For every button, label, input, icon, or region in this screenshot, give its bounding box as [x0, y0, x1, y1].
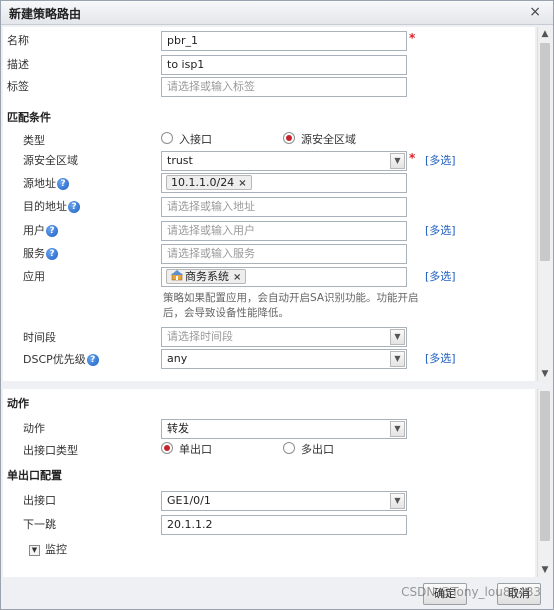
src-addr-label: 源地址?	[23, 175, 69, 191]
desc-field[interactable]: to isp1	[161, 55, 407, 75]
src-zone-label: 源安全区域	[23, 154, 78, 167]
type-radio-interface[interactable]	[161, 132, 173, 144]
out-type-radio-single[interactable]	[161, 442, 173, 454]
src-zone-multi-select-link[interactable]: [多选]	[425, 152, 456, 168]
action-section-title: 动作	[7, 397, 29, 410]
cancel-button[interactable]: 取消	[497, 583, 541, 605]
dst-addr-input[interactable]: 请选择或输入地址	[161, 197, 407, 217]
chevron-down-icon[interactable]: ▼	[390, 421, 405, 437]
chevron-down-icon[interactable]: ▼	[390, 351, 405, 367]
type-radio-zone[interactable]	[283, 132, 295, 144]
user-label: 用户?	[23, 222, 58, 238]
time-select[interactable]: 请选择时间段 ▼	[161, 327, 407, 347]
dialog-title: 新建策略路由	[9, 7, 82, 21]
remove-icon[interactable]: ×	[233, 272, 241, 283]
app-tag-text: 商务系统	[185, 270, 229, 283]
src-zone-select[interactable]: trust ▼	[161, 151, 407, 171]
required-marker: *	[409, 31, 416, 45]
bottom-scrollbar[interactable]: ▼	[537, 389, 551, 577]
src-addr-tag: 10.1.1.0/24 ×	[166, 175, 252, 190]
next-hop-field[interactable]: 20.1.1.2	[161, 515, 407, 535]
required-marker: *	[409, 151, 416, 165]
dst-addr-label-text: 目的地址	[23, 200, 67, 213]
time-label: 时间段	[23, 331, 56, 344]
scrollbar-thumb[interactable]	[540, 391, 550, 541]
time-placeholder: 请选择时间段	[167, 330, 233, 343]
dscp-label: DSCP优先级?	[23, 351, 99, 367]
app-tag: 商务系统 ×	[166, 269, 247, 284]
service-input[interactable]: 请选择或输入服务	[161, 244, 407, 264]
out-if-select[interactable]: GE1/0/1 ▼	[161, 491, 407, 511]
scrollbar-thumb[interactable]	[540, 43, 550, 261]
name-label: 名称	[7, 34, 29, 47]
name-field[interactable]: pbr_1	[161, 31, 407, 51]
monitor-toggle[interactable]: ▼ 监控	[29, 541, 67, 557]
app-icon	[171, 270, 183, 281]
chevron-down-icon[interactable]: ▼	[390, 329, 405, 345]
action-label: 动作	[23, 422, 45, 435]
out-type-option-single: 单出口	[179, 443, 212, 456]
action-pane: 动作 动作 转发 ▼ 出接口类型 单出口 多出口 单出口配置 出接口 GE1/0…	[3, 389, 535, 577]
out-if-value: GE1/0/1	[167, 494, 211, 507]
dscp-select[interactable]: any ▼	[161, 349, 407, 369]
app-input[interactable]: 商务系统 ×	[161, 267, 407, 287]
src-zone-value: trust	[167, 154, 193, 167]
chevron-down-icon[interactable]: ▼	[390, 153, 405, 169]
out-type-radio-multi[interactable]	[283, 442, 295, 454]
action-value: 转发	[167, 422, 189, 435]
chevron-down-icon[interactable]: ▼	[390, 493, 405, 509]
out-type-option-multi: 多出口	[301, 443, 334, 456]
top-scrollbar[interactable]: ▲ ▼	[537, 27, 551, 381]
close-icon[interactable]: ×	[529, 4, 541, 20]
src-addr-input[interactable]: 10.1.1.0/24 ×	[161, 173, 407, 193]
app-multi-select-link[interactable]: [多选]	[425, 268, 456, 284]
help-icon[interactable]: ?	[57, 178, 69, 190]
type-option-zone: 源安全区域	[301, 133, 356, 146]
single-out-section-title: 单出口配置	[7, 469, 62, 482]
service-label: 服务?	[23, 245, 58, 261]
scroll-down-icon[interactable]: ▼	[538, 367, 552, 381]
user-label-text: 用户	[23, 224, 45, 237]
src-addr-tag-text: 10.1.1.0/24	[171, 176, 235, 189]
monitor-label: 监控	[45, 543, 67, 556]
tag-input[interactable]: 请选择或输入标签	[161, 77, 407, 97]
action-select[interactable]: 转发 ▼	[161, 419, 407, 439]
remove-icon[interactable]: ×	[238, 178, 246, 189]
help-icon[interactable]: ?	[86, 354, 99, 366]
dscp-label-text: DSCP优先级	[23, 353, 86, 366]
app-label: 应用	[23, 270, 45, 283]
desc-label: 描述	[7, 58, 29, 71]
service-label-text: 服务	[23, 247, 45, 260]
type-option-interface: 入接口	[179, 133, 212, 146]
type-label: 类型	[23, 134, 45, 147]
src-addr-label-text: 源地址	[23, 177, 56, 190]
ok-button[interactable]: 确定	[423, 583, 467, 605]
scroll-down-icon[interactable]: ▼	[538, 563, 552, 577]
dscp-multi-select-link[interactable]: [多选]	[425, 350, 456, 366]
help-icon[interactable]: ?	[46, 248, 58, 260]
help-icon[interactable]: ?	[68, 201, 80, 213]
basic-and-match-pane: 名称 pbr_1 * 描述 to isp1 标签 请选择或输入标签 匹配条件 类…	[3, 27, 535, 381]
match-section-title: 匹配条件	[7, 111, 51, 124]
collapse-toggle-icon[interactable]: ▼	[29, 544, 40, 556]
dscp-value: any	[167, 352, 188, 365]
user-input[interactable]: 请选择或输入用户	[161, 221, 407, 241]
app-note: 策略如果配置应用，会自动开启SA识别功能。功能开启后，会导致设备性能降低。	[163, 292, 419, 319]
next-hop-label: 下一跳	[23, 518, 56, 531]
user-multi-select-link[interactable]: [多选]	[425, 222, 456, 238]
new-policy-route-dialog: 新建策略路由 × 名称 pbr_1 * 描述 to isp1 标签 请选择或输入…	[0, 0, 554, 610]
out-if-label: 出接口	[23, 494, 56, 507]
help-icon[interactable]: ?	[46, 225, 58, 237]
dst-addr-label: 目的地址?	[23, 198, 80, 214]
out-type-label: 出接口类型	[23, 444, 78, 457]
scroll-up-icon[interactable]: ▲	[538, 27, 552, 41]
dialog-titlebar: 新建策略路由 ×	[1, 1, 553, 25]
tag-label: 标签	[7, 80, 29, 93]
